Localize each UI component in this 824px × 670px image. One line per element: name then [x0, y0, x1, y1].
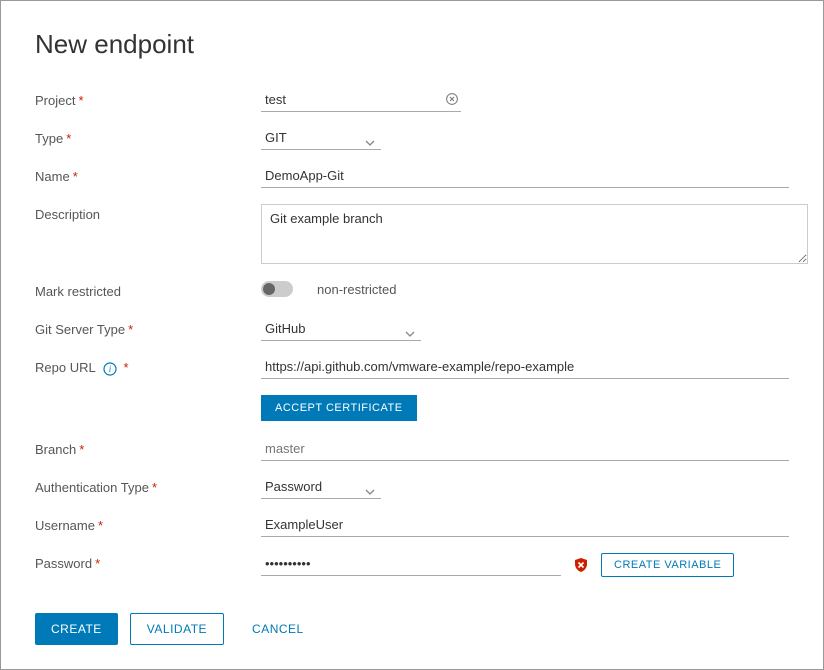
toggle-knob [263, 283, 275, 295]
description-label: Description [35, 204, 261, 222]
restricted-label: Mark restricted [35, 281, 261, 299]
required-mark: * [78, 93, 83, 108]
password-input[interactable] [261, 554, 561, 576]
repo-url-input[interactable] [261, 357, 789, 379]
required-mark: * [79, 442, 84, 457]
repo-url-label: Repo URL i * [35, 357, 261, 376]
username-row: Username* [35, 515, 789, 539]
name-row: Name* [35, 166, 789, 190]
name-label: Name* [35, 166, 261, 184]
project-input[interactable] [261, 90, 461, 112]
required-mark: * [73, 169, 78, 184]
required-mark: * [123, 360, 128, 375]
required-mark: * [152, 480, 157, 495]
required-mark: * [128, 322, 133, 337]
restricted-toggle[interactable] [261, 281, 293, 297]
restricted-row: Mark restricted non-restricted [35, 281, 789, 305]
auth-type-label: Authentication Type* [35, 477, 261, 495]
required-mark: * [66, 131, 71, 146]
description-textarea[interactable] [261, 204, 808, 264]
accept-certificate-button[interactable]: ACCEPT CERTIFICATE [261, 395, 417, 421]
create-variable-button[interactable]: CREATE VARIABLE [601, 553, 734, 577]
git-server-type-select[interactable] [261, 319, 421, 341]
branch-label: Branch* [35, 439, 261, 457]
type-label: Type* [35, 128, 261, 146]
type-row: Type* [35, 128, 789, 152]
name-input[interactable] [261, 166, 789, 188]
username-label: Username* [35, 515, 261, 533]
type-select[interactable] [261, 128, 381, 150]
git-server-type-row: Git Server Type* [35, 319, 789, 343]
repo-url-row: Repo URL i * [35, 357, 789, 381]
description-row: Description [35, 204, 789, 267]
restricted-state-label: non-restricted [317, 282, 396, 297]
dialog-footer: CREATE VALIDATE CANCEL [35, 613, 320, 645]
required-mark: * [98, 518, 103, 533]
shield-warning-icon [573, 557, 589, 573]
required-mark: * [95, 556, 100, 571]
password-label: Password* [35, 553, 261, 571]
branch-input[interactable] [261, 439, 789, 461]
create-button[interactable]: CREATE [35, 613, 118, 645]
project-row: Project* [35, 90, 789, 114]
page-title: New endpoint [35, 29, 789, 60]
accept-cert-row: ACCEPT CERTIFICATE [261, 395, 789, 421]
branch-row: Branch* [35, 439, 789, 463]
auth-type-row: Authentication Type* [35, 477, 789, 501]
password-row: Password* CREATE VARIABLE [35, 553, 789, 577]
validate-button[interactable]: VALIDATE [130, 613, 224, 645]
project-label: Project* [35, 90, 261, 108]
new-endpoint-dialog: New endpoint Project* Type* [0, 0, 824, 670]
auth-type-select[interactable] [261, 477, 381, 499]
cancel-button[interactable]: CANCEL [236, 613, 320, 645]
svg-text:i: i [109, 364, 112, 374]
clear-icon[interactable] [445, 92, 459, 106]
username-input[interactable] [261, 515, 789, 537]
git-server-type-label: Git Server Type* [35, 319, 261, 337]
info-icon[interactable]: i [103, 362, 117, 376]
